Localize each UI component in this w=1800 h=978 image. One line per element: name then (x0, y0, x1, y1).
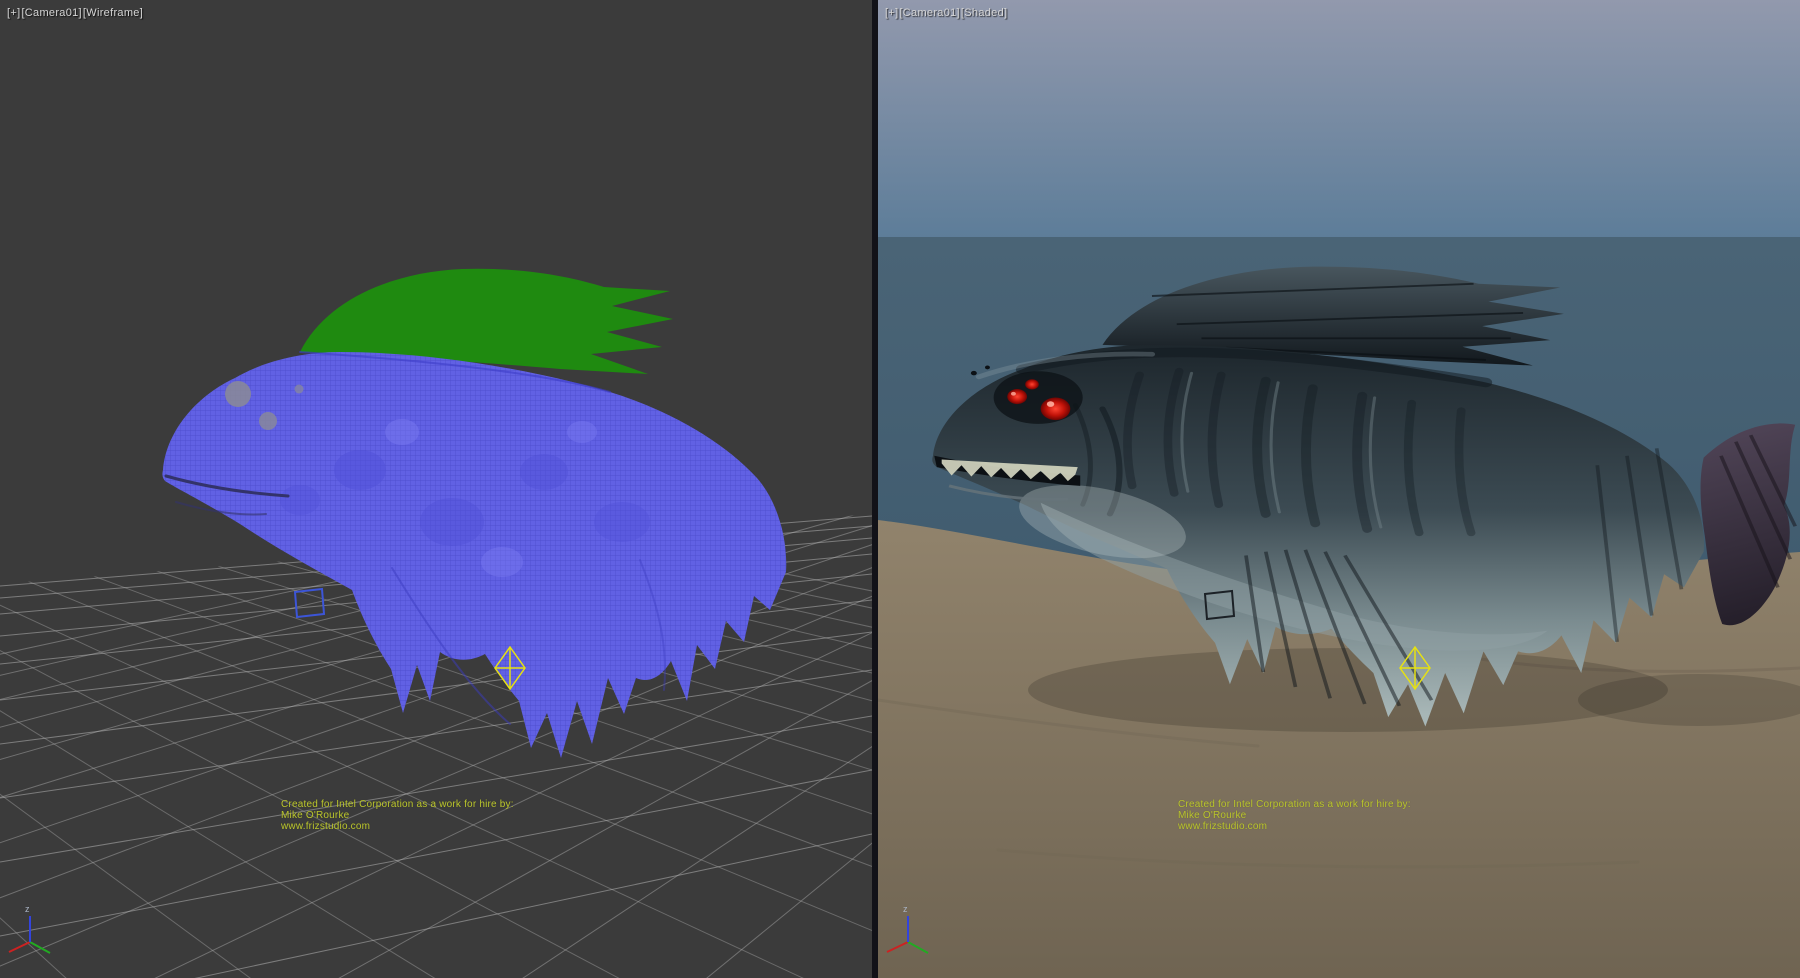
viewport-wireframe[interactable]: z [+][Camera01][Wireframe] Created for I… (0, 0, 872, 978)
viewport-label: [+][Camera01][Wireframe] (7, 7, 144, 19)
box-helper[interactable] (295, 589, 324, 617)
axis-gizmo: z (9, 904, 50, 953)
viewport-menu-button[interactable]: [+] (7, 7, 20, 19)
watermark-line: Mike O'Rourke (281, 810, 514, 821)
watermark-line: www.frizstudio.com (281, 821, 514, 832)
viewport-shading-button[interactable]: [Shaded] (961, 7, 1007, 19)
eye-socket (994, 371, 1083, 424)
axis-z-label: z (25, 904, 30, 914)
watermark-line: Created for Intel Corporation as a work … (1178, 799, 1411, 810)
axis-z-label: z (903, 904, 908, 914)
watermark: Created for Intel Corporation as a work … (1178, 799, 1411, 832)
viewport-camera-button[interactable]: [Camera01] (899, 7, 959, 19)
fish-model-wireframe[interactable] (162, 269, 786, 758)
watermark: Created for Intel Corporation as a work … (281, 799, 514, 832)
viewport-camera-button[interactable]: [Camera01] (21, 7, 81, 19)
viewport-canvas: z [+][Camera01][Wireframe] Created for I… (0, 0, 1800, 978)
sky (878, 0, 1800, 238)
viewport-label: [+][Camera01][Shaded] (885, 7, 1008, 19)
watermark-line: www.frizstudio.com (1178, 821, 1411, 832)
wireframe-texture (162, 352, 786, 758)
watermark-line: Created for Intel Corporation as a work … (281, 799, 514, 810)
watermark-line: Mike O'Rourke (1178, 810, 1411, 821)
viewport-shaded[interactable]: z [+][Camera01][Shaded] Created for Inte… (878, 0, 1800, 978)
viewport-shading-button[interactable]: [Wireframe] (83, 7, 143, 19)
viewport-menu-button[interactable]: [+] (885, 7, 898, 19)
